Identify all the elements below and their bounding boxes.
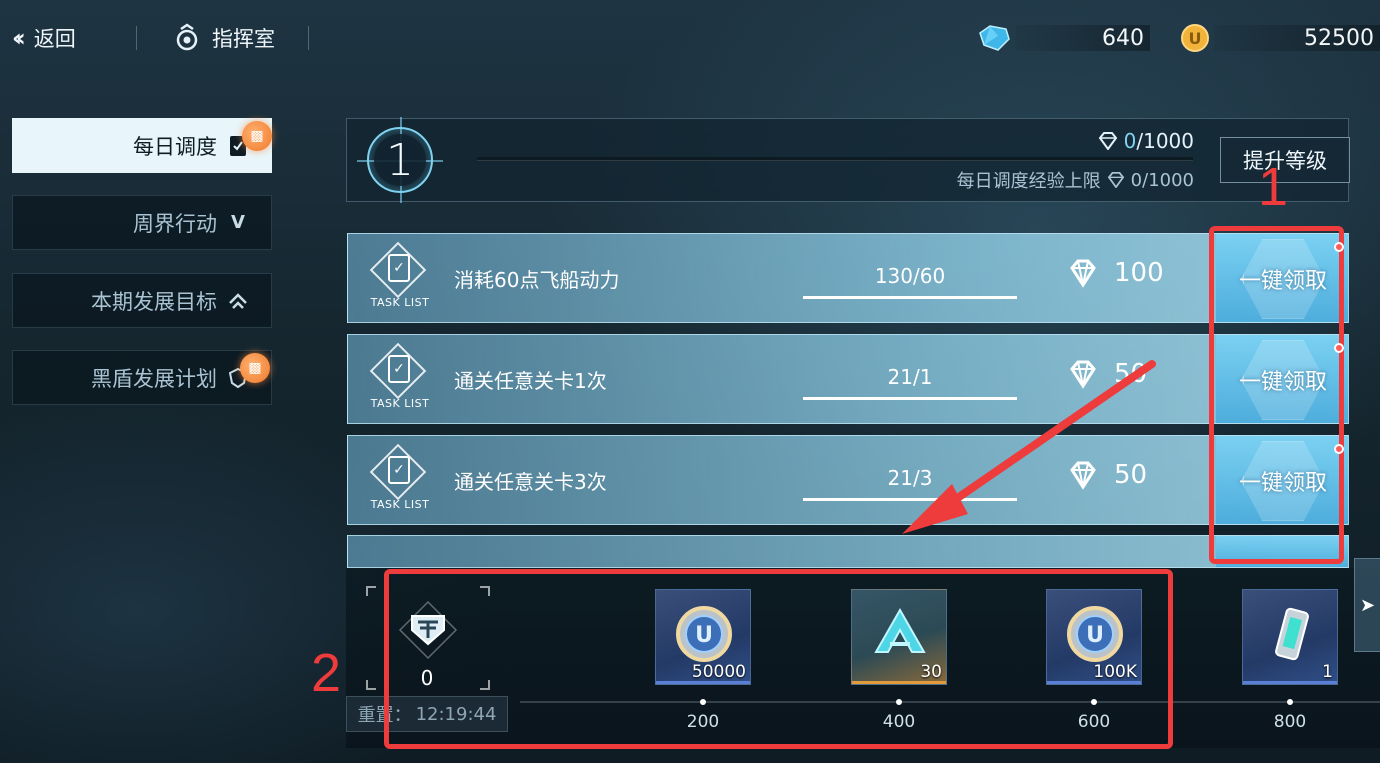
level-number: 1 [374,134,426,186]
page-title: 指挥室 [212,27,275,51]
task-progress: 130/60 [874,264,946,288]
command-room-icon [176,23,198,51]
task-list-icon: ✓ TASK LIST [362,241,432,316]
nav-item-period-goals[interactable]: 本期发展目标 [12,273,272,328]
nav-item-daily-dispatch[interactable]: 每日调度 ▩ [12,118,272,173]
annotation-arrow [902,360,1156,534]
gem-icon [1070,259,1096,288]
divider [136,26,137,50]
nav-item-label: 本期发展目标 [91,289,217,314]
task-row-partial [347,535,1349,568]
task-reward: 100 [1068,258,1164,288]
nav-item-label: 每日调度 [133,134,217,159]
task-list-icon: ✓ TASK LIST [362,342,432,417]
gift-icon: ▩ [242,121,272,151]
crystal-value: 640 [1016,25,1150,51]
task-name: 通关任意关卡1次 [454,369,607,393]
exp-cap-label: 每日调度经验上限 [956,171,1101,192]
task-name: 消耗60点飞船动力 [454,268,620,292]
exp-cap: 每日调度经验上限 0/1000 [957,167,1194,193]
coin-icon: U [1181,24,1209,52]
nav-item-label: 周界行动 [133,211,217,236]
task-row: ✓ TASK LIST 消耗60点飞船动力 130/60 100 一键领取 [347,233,1349,323]
task-tag: TASK LIST [370,296,430,309]
task-row: ✓ TASK LIST 通关任意关卡3次 21/3 50 一键领取 [347,435,1349,525]
claim-all-label: 一键领取 [1238,269,1327,294]
exp-max: /1000 [1136,129,1194,153]
notification-dot [1334,343,1344,353]
chevron-up-emblem-icon [227,290,249,312]
milestone-dot [1287,699,1293,705]
crystal-counter: 640 [976,24,1150,52]
double-chevron-left-icon: ‹‹ [12,24,26,52]
exp-current: 0 [1123,129,1137,153]
task-list-icon: ✓ TASK LIST [362,443,432,518]
task-progress-underline [803,296,1017,299]
notification-dot [1334,444,1344,454]
level-badge: 1 [357,117,443,203]
exp-progress-bar [477,157,1193,161]
nav-item-perimeter-ops[interactable]: 周界行动 V [12,195,272,250]
v-emblem-icon: V [231,212,245,233]
nav-item-black-shield-plan[interactable]: 黑盾发展计划 ▩ [12,350,272,405]
gift-icon: ▩ [240,353,270,383]
claim-all-label: 一键领取 [1238,471,1327,496]
annotation-box-2 [384,569,1173,749]
dispatch-level-panel: 1 0/1000 每日调度经验上限 0/1000 提升等级 [346,117,1350,203]
crystal-icon [979,25,1010,51]
nav-item-label: 黑盾发展计划 [91,366,217,391]
coin-counter: U 52500 [1180,24,1380,52]
ship-icon: ➤ [1359,594,1376,616]
exp-cap-value: 0/1000 [1130,169,1194,191]
exp-value: 0/1000 [1098,129,1194,153]
divider [308,26,309,50]
coin-value: 52500 [1214,25,1380,51]
task-reward-value: 100 [1114,258,1164,288]
annotation-label-2: 2 [311,643,342,703]
side-panel-tab[interactable]: ➤ [1354,558,1380,652]
reward-quantity: 1 [1322,662,1333,682]
notification-dot [1334,242,1344,252]
task-name: 通关任意关卡3次 [454,470,607,494]
back-button[interactable]: ‹‹ 返回 [12,22,76,54]
annotation-label-1: 1 [1258,157,1289,217]
claim-all-label: 一键领取 [1238,370,1327,395]
task-tag: TASK LIST [370,397,430,410]
back-label: 返回 [33,27,76,51]
breadcrumb: 指挥室 [172,22,275,54]
gem-icon [1098,132,1117,150]
gem-icon [1107,172,1124,188]
task-tag: TASK LIST [370,498,430,511]
reward-item[interactable]: 1 [1242,589,1338,685]
svg-text:U: U [1189,29,1202,48]
milestone-label: 800 [1273,712,1307,732]
task-row: ✓ TASK LIST 通关任意关卡1次 21/1 50 一键领取 [347,334,1349,424]
